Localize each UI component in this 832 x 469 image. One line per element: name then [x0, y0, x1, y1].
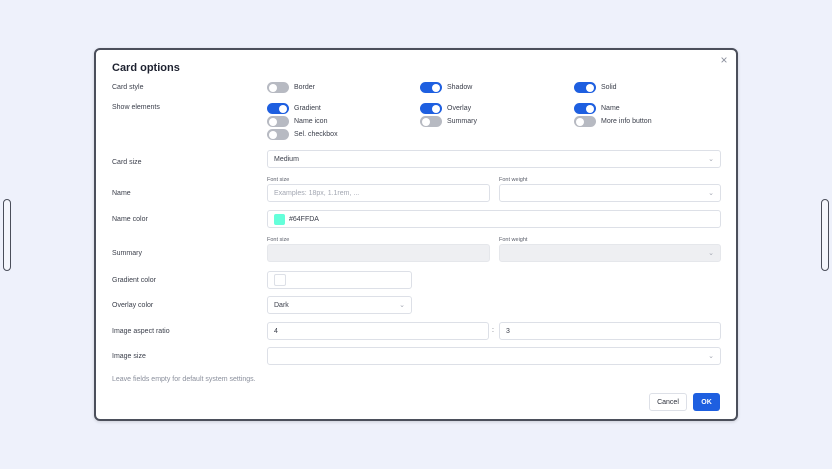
card-options-dialog: × Card options Card style Border Shadow … — [94, 48, 738, 421]
card-size-label: Card size — [112, 159, 142, 166]
close-icon[interactable]: × — [718, 54, 730, 66]
switch-icon — [574, 103, 596, 114]
summary-font-size-label: Font size — [267, 237, 290, 243]
switch-icon — [267, 116, 289, 127]
summary-font-size-input — [267, 244, 490, 262]
switch-icon — [420, 82, 442, 93]
ratio-separator: : — [492, 327, 494, 334]
name-font-size-input[interactable]: Examples: 18px, 1.1rem, ... — [267, 184, 490, 202]
name-font-weight-label: Font weight — [499, 177, 528, 183]
card-size-value: Medium — [274, 155, 299, 163]
toggle-gradient[interactable]: Gradient — [267, 103, 321, 114]
summary-font-weight-label: Font weight — [499, 237, 528, 243]
name-label: Name — [112, 190, 131, 197]
summary-font-weight-select: ⌄ — [499, 244, 721, 262]
name-color-label: Name color — [112, 216, 148, 223]
toggle-label: Overlay — [447, 105, 472, 112]
toggle-label: Solid — [601, 84, 617, 91]
image-size-label: Image size — [112, 353, 146, 360]
toggle-sel-checkbox[interactable]: Sel. checkbox — [267, 129, 338, 140]
toggle-label: More info button — [601, 118, 652, 125]
image-aspect-ratio-label: Image aspect ratio — [112, 328, 170, 335]
right-scroll-handle[interactable] — [821, 199, 829, 271]
chevron-down-icon: ⌄ — [708, 250, 714, 257]
toggle-shadow[interactable]: Shadow — [420, 82, 472, 93]
color-swatch[interactable] — [274, 213, 285, 225]
switch-icon — [267, 129, 289, 140]
toggle-name-icon[interactable]: Name icon — [267, 116, 327, 127]
toggle-label: Shadow — [447, 84, 473, 91]
ok-button[interactable]: OK — [693, 393, 720, 411]
name-color-input[interactable]: #64FFDA — [267, 210, 721, 228]
aspect-ratio-height-value: 3 — [506, 327, 510, 335]
toggle-summary[interactable]: Summary — [420, 116, 477, 127]
switch-icon — [574, 116, 596, 127]
aspect-ratio-width-value: 4 — [274, 327, 278, 335]
toggle-label: Border — [294, 84, 316, 91]
overlay-color-label: Overlay color — [112, 302, 154, 309]
name-font-weight-select[interactable]: ⌄ — [499, 184, 721, 202]
aspect-ratio-width-input[interactable]: 4 — [267, 322, 489, 340]
name-font-size-placeholder: Examples: 18px, 1.1rem, ... — [274, 189, 360, 197]
toggle-label: Sel. checkbox — [294, 131, 338, 138]
toggle-border[interactable]: Border — [267, 82, 315, 93]
gradient-color-input[interactable] — [267, 271, 412, 289]
toggle-label: Name icon — [294, 118, 328, 125]
overlay-color-value: Dark — [274, 301, 289, 309]
switch-icon — [574, 82, 596, 93]
color-swatch[interactable] — [274, 274, 286, 286]
switch-icon — [420, 103, 442, 114]
cancel-button[interactable]: Cancel — [649, 393, 687, 411]
summary-label: Summary — [112, 250, 142, 257]
chevron-down-icon: ⌄ — [708, 156, 714, 163]
hint-text: Leave fields empty for default system se… — [112, 376, 256, 383]
toggle-more-info-button[interactable]: More info button — [574, 116, 652, 127]
overlay-color-select[interactable]: Dark ⌄ — [267, 296, 412, 314]
card-size-select[interactable]: Medium ⌄ — [267, 150, 721, 168]
switch-icon — [420, 116, 442, 127]
switch-icon — [267, 103, 289, 114]
show-elements-label: Show elements — [112, 104, 160, 111]
name-font-size-label: Font size — [267, 177, 290, 183]
toggle-solid[interactable]: Solid — [574, 82, 617, 93]
toggle-label: Name — [601, 105, 620, 112]
name-color-value: #64FFDA — [289, 215, 319, 223]
chevron-down-icon: ⌄ — [399, 302, 405, 309]
chevron-down-icon: ⌄ — [708, 190, 714, 197]
dialog-title: Card options — [112, 62, 180, 74]
switch-icon — [267, 82, 289, 93]
chevron-down-icon: ⌄ — [708, 353, 714, 360]
image-size-select[interactable]: ⌄ — [267, 347, 721, 365]
aspect-ratio-height-input[interactable]: 3 — [499, 322, 721, 340]
toggle-overlay[interactable]: Overlay — [420, 103, 471, 114]
toggle-name[interactable]: Name — [574, 103, 620, 114]
toggle-label: Summary — [447, 118, 477, 125]
card-style-label: Card style — [112, 84, 144, 91]
gradient-color-label: Gradient color — [112, 277, 156, 284]
toggle-label: Gradient — [294, 105, 321, 112]
left-scroll-handle[interactable] — [3, 199, 11, 271]
